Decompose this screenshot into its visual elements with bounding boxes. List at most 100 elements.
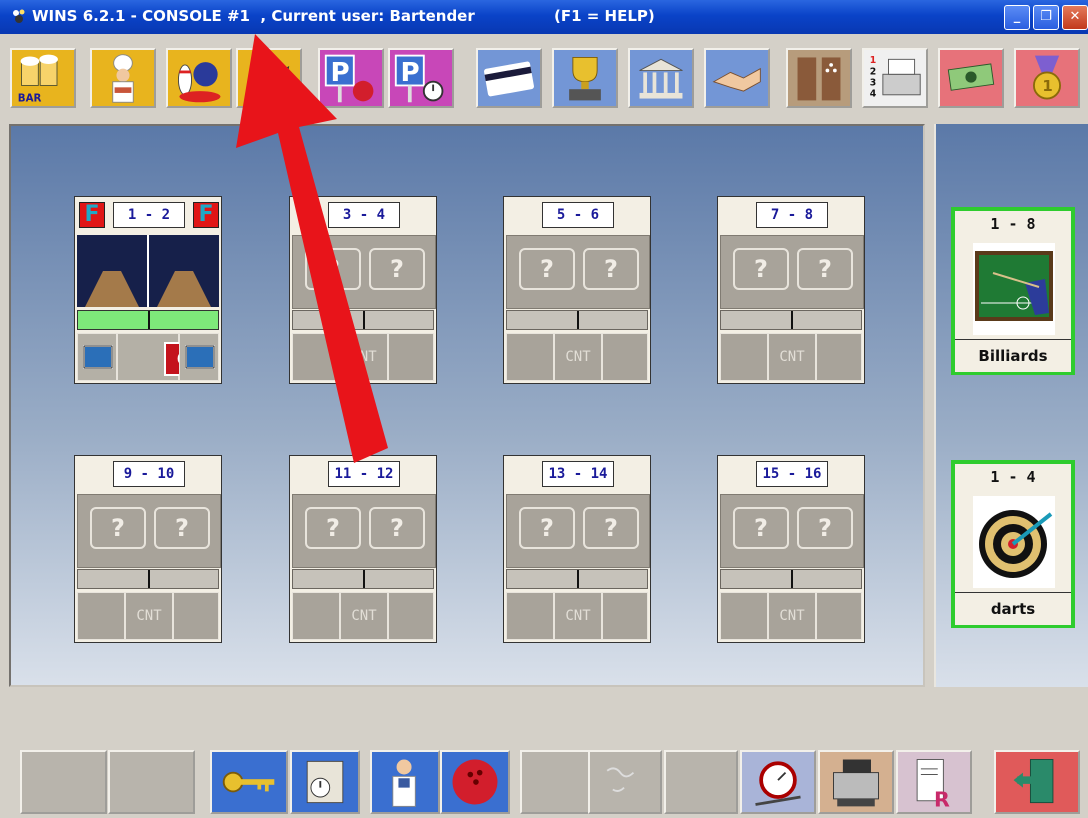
maximize-button[interactable]: ❐ bbox=[1033, 5, 1059, 30]
cash-register-icon bbox=[833, 759, 879, 807]
stopwatch-button[interactable] bbox=[740, 750, 816, 814]
lane-card-1-2[interactable]: F 1 - 2 F CNT bbox=[74, 196, 222, 384]
unknown-player-icon: ? bbox=[369, 248, 425, 290]
bar-label: BAR bbox=[18, 92, 42, 104]
parking-ball-icon: P bbox=[324, 54, 374, 103]
chef-button[interactable] bbox=[90, 48, 156, 108]
medal-icon: 1 bbox=[1033, 55, 1061, 100]
lane-view bbox=[77, 235, 219, 307]
bowling-ball-icon bbox=[452, 759, 498, 805]
score-bar bbox=[720, 310, 862, 330]
bar-icon: BAR bbox=[18, 54, 58, 104]
score-bar bbox=[77, 310, 219, 330]
bowling-pins-icon bbox=[178, 62, 221, 103]
cnt-button[interactable]: CNT bbox=[554, 592, 602, 640]
lane-card-9-10[interactable]: 9 - 10 ? ? CNT bbox=[74, 455, 222, 643]
bank-button[interactable] bbox=[628, 48, 694, 108]
score-bar bbox=[720, 569, 862, 589]
title-bar: WINS 6.2.1 - CONSOLE #1 , Current user: … bbox=[0, 0, 1088, 34]
minimize-button[interactable]: _ bbox=[1004, 5, 1030, 30]
time-clock-button[interactable] bbox=[290, 750, 360, 814]
credit-card-icon bbox=[484, 61, 534, 97]
lane-card-7-8[interactable]: 7 - 8 ? ? CNT bbox=[717, 196, 865, 384]
doctor-button[interactable] bbox=[370, 750, 440, 814]
cnt-button[interactable]: CNT bbox=[554, 333, 602, 381]
unknown-player-icon: ? bbox=[305, 248, 361, 290]
scribble-button[interactable] bbox=[588, 750, 662, 814]
game-name: darts bbox=[955, 592, 1071, 625]
lane-card-13-14[interactable]: 13 - 14 ? ? CNT bbox=[503, 455, 651, 643]
bottom-empty-button-1[interactable] bbox=[20, 750, 107, 814]
monitor-button-left[interactable] bbox=[77, 333, 117, 381]
lane-card-11-12[interactable]: 11 - 12 ? ? CNT bbox=[289, 455, 437, 643]
game-name: Billiards bbox=[955, 339, 1071, 372]
svg-text:1: 1 bbox=[1042, 77, 1052, 95]
lane-card-5-6[interactable]: 5 - 6 ? ? CNT bbox=[503, 196, 651, 384]
exit-button[interactable] bbox=[994, 750, 1080, 814]
report-icon: R bbox=[916, 759, 950, 811]
pin-setter-button[interactable] bbox=[786, 48, 852, 108]
unknown-player-icon: ? bbox=[519, 507, 575, 549]
key-button[interactable] bbox=[210, 750, 288, 814]
cnt-button[interactable]: CNT bbox=[125, 592, 173, 640]
lane-card-15-16[interactable]: 15 - 16 ? ? CNT bbox=[717, 455, 865, 643]
svg-text:2: 2 bbox=[870, 66, 877, 77]
stopwatch-icon bbox=[755, 761, 801, 806]
help-hint: (F1 = HELP) bbox=[554, 7, 655, 25]
scribble-icon bbox=[606, 767, 635, 792]
unknown-player-icon: ? bbox=[733, 248, 789, 290]
app-icon bbox=[13, 9, 25, 23]
credit-card-button[interactable] bbox=[476, 48, 542, 108]
bottom-empty-button-2[interactable] bbox=[108, 750, 195, 814]
unknown-player-icon: ? bbox=[305, 507, 361, 549]
cnt-button[interactable]: CNT bbox=[768, 333, 816, 381]
printer-list-icon: 1 2 3 4 bbox=[870, 55, 921, 100]
printer-list-button[interactable]: 1 2 3 4 bbox=[862, 48, 928, 108]
cash-register-button[interactable] bbox=[818, 750, 894, 814]
cnt-button[interactable]: CNT bbox=[340, 333, 388, 381]
darts-card[interactable]: 1 - 4 darts bbox=[951, 460, 1075, 628]
score-bar bbox=[292, 310, 434, 330]
pizza-icon bbox=[245, 65, 290, 94]
pizza-button[interactable] bbox=[236, 48, 302, 108]
lane-card-3-4[interactable]: 3 - 4 ? ? CNT bbox=[289, 196, 437, 384]
unknown-player-icon: ? bbox=[797, 248, 853, 290]
foul-flag-icon: F bbox=[193, 202, 219, 228]
dartboard-icon bbox=[973, 496, 1055, 588]
bowling-pins-button[interactable] bbox=[166, 48, 232, 108]
billiards-card[interactable]: 1 - 8 Billiards bbox=[951, 207, 1075, 375]
svg-text:P: P bbox=[330, 58, 349, 88]
unknown-player-icon: ? bbox=[797, 507, 853, 549]
lane-label: 13 - 14 bbox=[542, 461, 614, 487]
trophy-button[interactable] bbox=[552, 48, 618, 108]
billiards-icon bbox=[973, 243, 1055, 335]
lane-label: 7 - 8 bbox=[756, 202, 828, 228]
handshake-button[interactable] bbox=[704, 48, 770, 108]
monitor-icon bbox=[185, 345, 215, 369]
game-count-label: 1 - 4 bbox=[990, 468, 1036, 486]
trophy-icon bbox=[569, 57, 601, 101]
foul-flag-icon: F bbox=[79, 202, 105, 228]
lane-label: 5 - 6 bbox=[542, 202, 614, 228]
cnt-button[interactable]: CNT bbox=[768, 592, 816, 640]
lane-label: 11 - 12 bbox=[328, 461, 400, 487]
lane-label: 3 - 4 bbox=[328, 202, 400, 228]
svg-text:4: 4 bbox=[870, 89, 877, 100]
bar-button[interactable]: BAR bbox=[10, 48, 76, 108]
medal-button[interactable]: 1 bbox=[1014, 48, 1080, 108]
parking-ball-button[interactable]: P bbox=[318, 48, 384, 108]
unknown-player-icon: ? bbox=[90, 507, 146, 549]
unknown-player-icon: ? bbox=[583, 248, 639, 290]
unknown-player-icon: ? bbox=[583, 507, 639, 549]
handshake-icon bbox=[712, 67, 761, 92]
close-button[interactable]: ✕ bbox=[1062, 5, 1088, 30]
report-button[interactable]: R bbox=[896, 750, 972, 814]
money-button[interactable] bbox=[938, 48, 1004, 108]
score-bar bbox=[506, 310, 648, 330]
cnt-button[interactable]: CNT bbox=[340, 592, 388, 640]
bottom-empty-button-4[interactable] bbox=[664, 750, 738, 814]
monitor-button-right[interactable] bbox=[179, 333, 219, 381]
bowling-ball-button[interactable] bbox=[440, 750, 510, 814]
parking-timer-button[interactable]: P bbox=[388, 48, 454, 108]
unknown-player-icon: ? bbox=[154, 507, 210, 549]
